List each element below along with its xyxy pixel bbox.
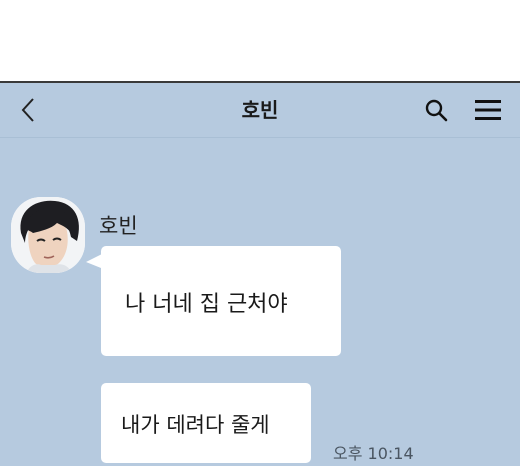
message-timestamp: 오후 10:14 bbox=[333, 444, 414, 463]
sender-name: 호빈 bbox=[99, 214, 138, 238]
message-text: 내가 데려다 줄게 bbox=[121, 413, 270, 437]
search-icon[interactable] bbox=[424, 98, 448, 122]
hamburger-menu-icon[interactable] bbox=[474, 99, 502, 121]
message-bubble[interactable]: 나 너네 집 근처야 bbox=[101, 246, 341, 356]
avatar[interactable] bbox=[11, 197, 85, 273]
message-text: 나 너네 집 근처야 bbox=[125, 292, 288, 317]
message-bubble[interactable]: 내가 데려다 줄게 bbox=[101, 383, 311, 463]
chat-header: 호빈 bbox=[0, 83, 520, 138]
chevron-left-icon[interactable] bbox=[18, 97, 40, 123]
top-blank-area bbox=[0, 0, 520, 81]
